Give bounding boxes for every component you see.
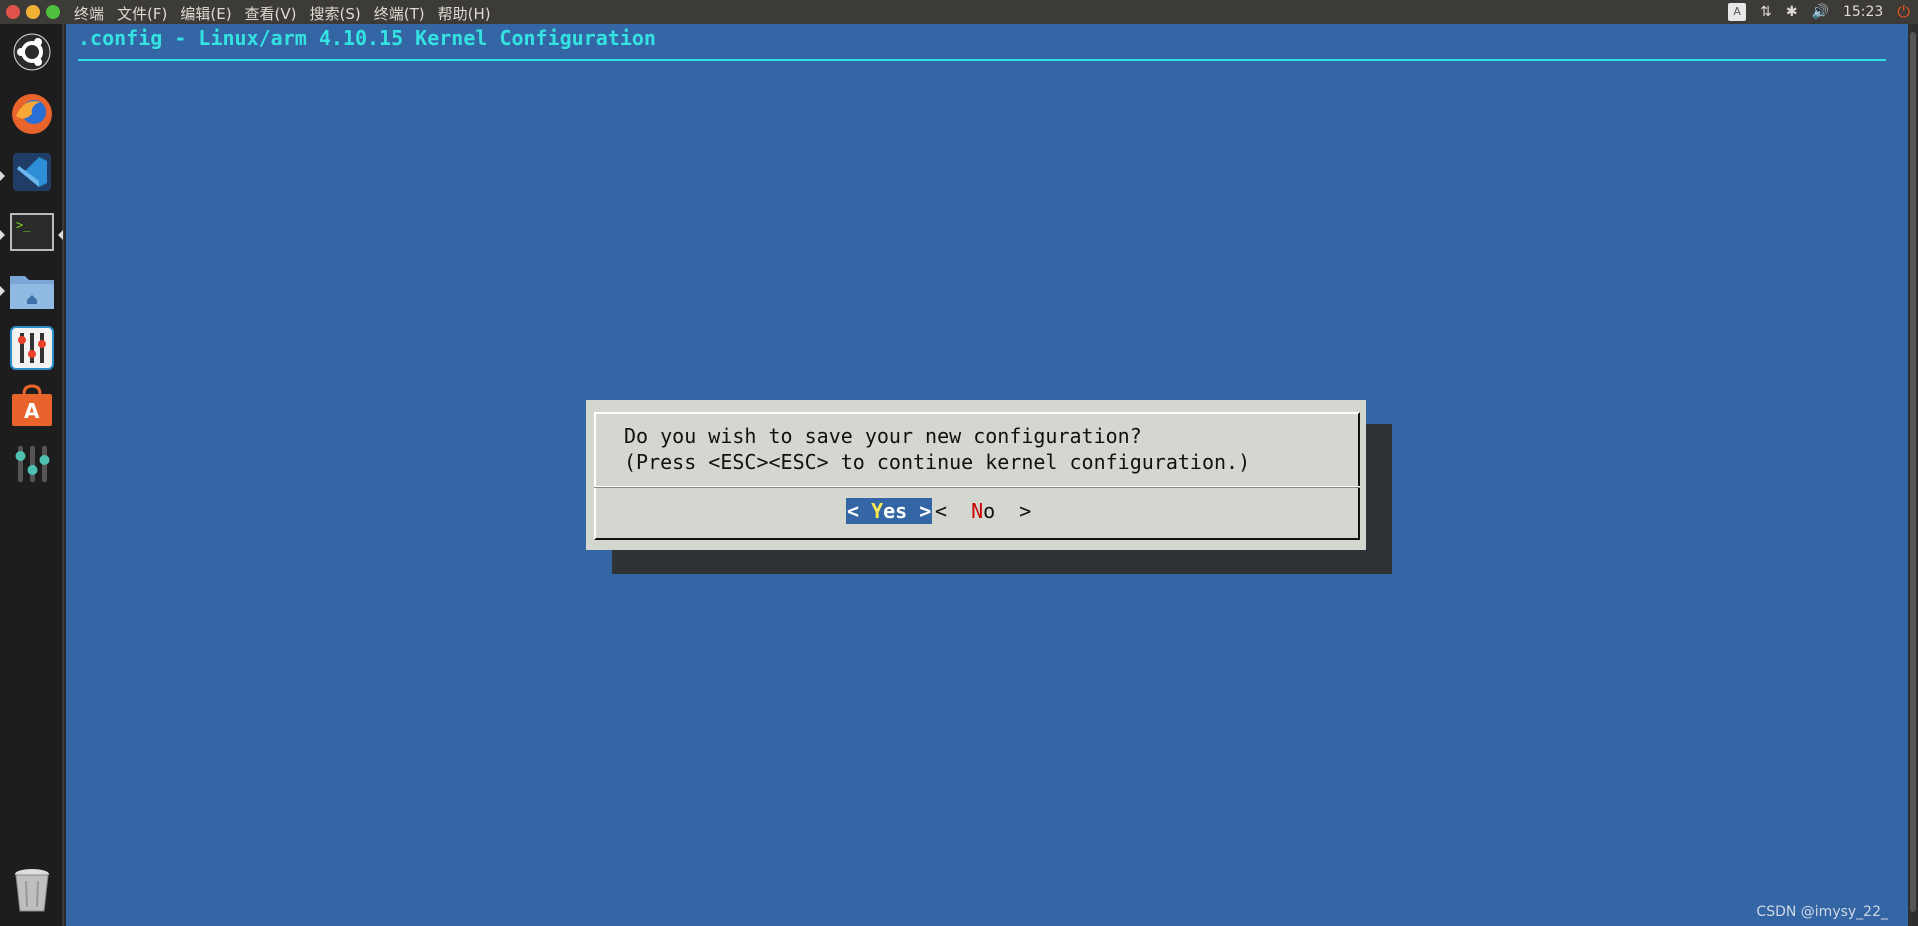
dialog-separator <box>594 486 1360 488</box>
terminal-scrollbar[interactable] <box>1908 24 1918 926</box>
minimize-window-button[interactable] <box>26 5 40 19</box>
clock[interactable]: 15:23 <box>1843 4 1883 20</box>
close-window-button[interactable] <box>6 5 20 19</box>
software-center-icon[interactable]: A <box>8 382 56 430</box>
dialog-message-line2: (Press <ESC><ESC> to continue kernel con… <box>624 450 1251 474</box>
svg-text:A: A <box>24 399 40 423</box>
window-controls <box>6 5 60 19</box>
ubuntu-logo-icon[interactable] <box>8 28 56 76</box>
menuconfig-title: .config - Linux/arm 4.10.15 Kernel Confi… <box>78 26 656 50</box>
svg-text:>_: >_ <box>16 218 31 232</box>
menubar: 终端 文件(F) 编辑(E) 查看(V) 搜索(S) 终端(T) 帮助(H) <box>74 3 491 24</box>
system-tray: A ⇅ ✱ 🔊 15:23 ⏻ <box>1728 2 1910 22</box>
menu-view[interactable]: 查看(V) <box>245 3 297 24</box>
network-updown-icon[interactable]: ⇅ <box>1760 4 1772 20</box>
top-panel: 终端 文件(F) 编辑(E) 查看(V) 搜索(S) 终端(T) 帮助(H) A… <box>0 0 1918 24</box>
dialog-message-line1: Do you wish to save your new configurati… <box>624 424 1142 448</box>
yes-button[interactable]: < Yes > <box>846 498 933 524</box>
maximize-window-button[interactable] <box>46 5 60 19</box>
power-icon[interactable]: ⏻ <box>1897 2 1910 22</box>
firefox-icon[interactable] <box>8 90 56 138</box>
bluetooth-icon[interactable]: ✱ <box>1786 4 1798 20</box>
launcher: >_ A <box>0 24 64 926</box>
menu-edit[interactable]: 编辑(E) <box>180 3 231 24</box>
terminal-window[interactable]: .config - Linux/arm 4.10.15 Kernel Confi… <box>66 24 1908 926</box>
system-settings-icon[interactable] <box>8 324 56 372</box>
scrollbar-thumb[interactable] <box>1910 32 1916 912</box>
volume-icon[interactable]: 🔊 <box>1812 4 1829 20</box>
vscode-icon[interactable] <box>8 148 56 196</box>
csdn-watermark: CSDN @imysy_22_ <box>1756 904 1888 920</box>
terminal-icon[interactable]: >_ <box>8 208 56 256</box>
no-button[interactable]: < No > <box>934 498 1032 524</box>
menu-file[interactable]: 文件(F) <box>117 3 167 24</box>
menu-search[interactable]: 搜索(S) <box>310 3 361 24</box>
menu-terminal[interactable]: 终端(T) <box>374 3 425 24</box>
menu-terminal-app[interactable]: 终端 <box>74 3 104 24</box>
save-config-dialog: Do you wish to save your new configurati… <box>586 400 1366 550</box>
title-rule <box>78 59 1886 61</box>
files-icon[interactable] <box>8 266 56 314</box>
menu-help[interactable]: 帮助(H) <box>438 3 491 24</box>
keyboard-layout-indicator[interactable]: A <box>1728 3 1747 21</box>
trash-icon[interactable] <box>8 866 56 914</box>
unity-tweak-icon[interactable] <box>8 440 56 488</box>
